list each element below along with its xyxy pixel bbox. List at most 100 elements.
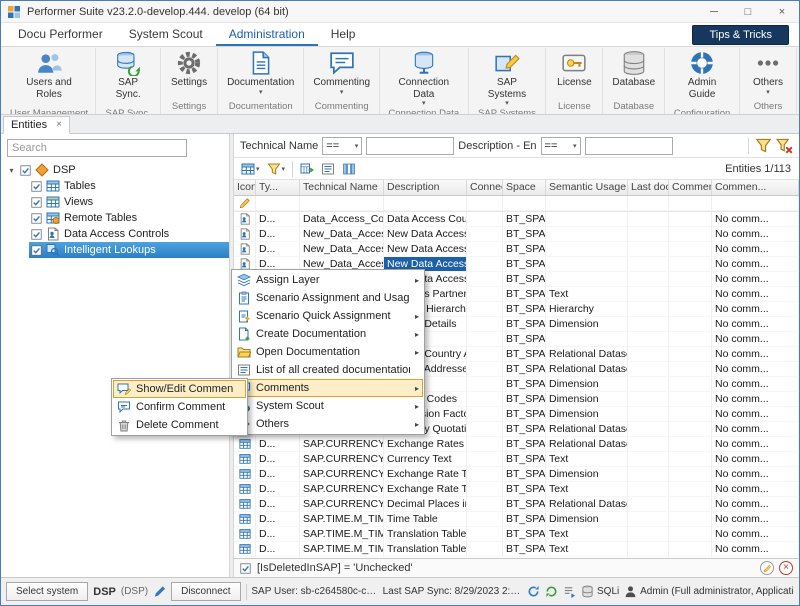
close-filter-icon[interactable]: × (779, 561, 793, 575)
apply-filter-icon[interactable] (755, 137, 772, 154)
sidebar-item-remote-tables[interactable]: Remote Tables (29, 210, 229, 226)
menu-item-open-documentation[interactable]: Open Documentation ▸ (233, 343, 423, 361)
menu-item-comments[interactable]: Comments ▸ (233, 379, 423, 397)
table-row[interactable]: D... SAP.CURRENCY.TA Currency Text BT_SP… (234, 452, 799, 467)
checkbox-icon[interactable] (31, 181, 42, 192)
menu-item-create-documentation[interactable]: Create Documentation ▸ (233, 325, 423, 343)
cell-description[interactable]: Exchange Rate Type... (384, 482, 467, 497)
cell-description[interactable]: Data Access Country (384, 212, 467, 227)
grid-new-row[interactable] (234, 196, 799, 212)
pen-icon[interactable] (153, 585, 166, 598)
edit-filter-button[interactable] (760, 561, 774, 575)
column-header-7[interactable]: Last doc... (628, 180, 669, 195)
table-row[interactable]: D... SAP.CURRENCY.TA Exchange Rate Type.… (234, 467, 799, 482)
menu-item-scenario-quick-assignment[interactable]: Scenario Quick Assignment ▸ (233, 307, 423, 325)
sidebar-item-data-access-controls[interactable]: Data Access Controls (29, 226, 229, 242)
checkbox-icon[interactable] (31, 229, 42, 240)
table-row[interactable]: D... Data_Access_Coun Data Access Countr… (234, 212, 799, 227)
cell-description[interactable]: Translation Table - Day (384, 527, 467, 542)
clear-filter-icon[interactable] (776, 137, 793, 154)
checkbox-icon[interactable] (31, 197, 42, 208)
filter-field1-input[interactable] (366, 137, 454, 155)
sidebar-item-tables[interactable]: Tables (29, 178, 229, 194)
table-row[interactable]: D... New_Data_Access_ New Data Access Co… (234, 227, 799, 242)
checkbox-icon[interactable] (20, 165, 31, 176)
maximize-icon[interactable]: □ (731, 1, 765, 22)
sidebar-item-views[interactable]: Views (29, 194, 229, 210)
sync-log-icon[interactable] (563, 585, 576, 598)
export-button[interactable] (298, 160, 316, 178)
refresh-icon[interactable] (527, 585, 540, 598)
view-mode-button[interactable]: ▾ (239, 160, 262, 178)
menu-tab-system-scout[interactable]: System Scout (116, 23, 216, 46)
cell-description[interactable]: Exchange Rate Type... (384, 467, 467, 482)
menu-item-list-of-all-created-documentations[interactable]: List of all created documentations ▸ (233, 361, 423, 379)
checkbox-icon[interactable] (31, 213, 42, 224)
ribbon-button-sap-sync[interactable]: SAP Sync. ▾ (101, 49, 155, 107)
column-header-0[interactable]: Icon (234, 180, 256, 195)
ribbon-button-users-and-roles[interactable]: Users and Roles ▾ (9, 49, 89, 107)
menu-tab-docu-performer[interactable]: Docu Performer (5, 23, 116, 46)
filter-field2-input[interactable] (585, 137, 673, 155)
table-row[interactable]: D... SAP.CURRENCY.TA Exchange Rate Type.… (234, 482, 799, 497)
filter-checkbox[interactable] (240, 563, 251, 574)
menu-item-delete-comment[interactable]: Delete Comment ▸ (113, 416, 246, 434)
column-header-8[interactable]: Commen... (669, 180, 712, 195)
cell-description[interactable]: Translation Table - ... (384, 542, 467, 557)
column-header-6[interactable]: Semantic Usage (546, 180, 628, 195)
menu-tab-administration[interactable]: Administration (216, 23, 318, 46)
search-input[interactable] (7, 139, 187, 157)
sidebar-item-intelligent-lookups[interactable]: Intelligent Lookups (29, 242, 229, 258)
menu-tab-help[interactable]: Help (318, 23, 369, 46)
column-header-2[interactable]: Technical Name (300, 180, 384, 195)
tab-close-icon[interactable]: × (56, 120, 62, 130)
menu-item-system-scout[interactable]: System Scout ▸ (233, 397, 423, 415)
ribbon-button-others[interactable]: Others ▾ (745, 49, 791, 96)
ribbon-button-sap-systems[interactable]: SAP Systems ▾ (474, 49, 541, 107)
filter-field1-operator[interactable]: == ▾ (322, 137, 362, 155)
tree-root-dsp[interactable]: ▾ DSP (5, 162, 229, 178)
checkbox-icon[interactable] (31, 245, 42, 256)
filter-presets-button[interactable]: ▾ (265, 160, 288, 178)
list-view-button[interactable] (319, 160, 337, 178)
column-header-1[interactable]: Ty... (256, 180, 300, 195)
ribbon-button-database[interactable]: Database ▾ (608, 49, 659, 96)
table-row[interactable]: D... SAP.TIME.M_TIME_ Translation Table … (234, 527, 799, 542)
ribbon-button-documentation[interactable]: Documentation ▾ (223, 49, 298, 96)
table-row[interactable]: D... New_Data_Access_ New Data Access Co… (234, 242, 799, 257)
filter-field2-operator[interactable]: == ▾ (541, 137, 581, 155)
ribbon-button-license[interactable]: License ▾ (551, 49, 597, 96)
cell-description[interactable]: New Data Access Co... (384, 242, 467, 257)
column-chooser-button[interactable] (340, 160, 358, 178)
filter-expression[interactable]: [IsDeletedInSAP] = 'Unchecked' (257, 562, 413, 574)
cell-description[interactable]: Exchange Rates (384, 437, 467, 452)
menu-item-scenario-assignment-and-usage[interactable]: Scenario Assignment and Usage ▸ (233, 289, 423, 307)
expander-icon[interactable]: ▾ (7, 166, 16, 175)
ribbon-button-connection-data[interactable]: Connection Data ▾ (385, 49, 463, 107)
ribbon-button-admin-guide[interactable]: Admin Guide ▾ (670, 49, 734, 107)
disconnect-button[interactable]: Disconnect (171, 582, 240, 601)
cell-description[interactable]: New Data Access Co... (384, 227, 467, 242)
tips-and-tricks-button[interactable]: Tips & Tricks (692, 25, 789, 45)
cell-description[interactable]: Currency Text (384, 452, 467, 467)
table-row[interactable]: D... SAP.TIME.M_TIME_ Translation Table … (234, 542, 799, 557)
sync-icon[interactable] (545, 585, 558, 598)
close-icon[interactable]: × (765, 1, 799, 22)
tab-entities[interactable]: Entities × (3, 116, 70, 134)
table-row[interactable]: D... SAP.CURRENCY.TA Decimal Places in C… (234, 497, 799, 512)
menu-item-assign-layer[interactable]: Assign Layer ▸ (233, 271, 423, 289)
minimize-icon[interactable]: ─ (697, 1, 731, 22)
menu-item-others[interactable]: Others ▸ (233, 415, 423, 433)
cell-description[interactable]: Decimal Places in Cur... (384, 497, 467, 512)
column-header-4[interactable]: Connecti... (467, 180, 503, 195)
table-row[interactable]: D... SAP.CURRENCY.TA Exchange Rates BT_S… (234, 437, 799, 452)
column-header-9[interactable]: Commen... (712, 180, 799, 195)
ribbon-button-settings[interactable]: Settings ▾ (166, 49, 212, 96)
column-header-3[interactable]: Description (384, 180, 467, 195)
column-header-5[interactable]: Space (503, 180, 546, 195)
menu-item-show-edit-comment[interactable]: Show/Edit Comment ▸ (113, 380, 246, 398)
cell-description[interactable]: Time Table (384, 512, 467, 527)
menu-item-confirm-comment[interactable]: Confirm Comment ▸ (113, 398, 246, 416)
select-system-button[interactable]: Select system (6, 582, 88, 601)
ribbon-button-commenting[interactable]: Commenting ▾ (309, 49, 374, 96)
